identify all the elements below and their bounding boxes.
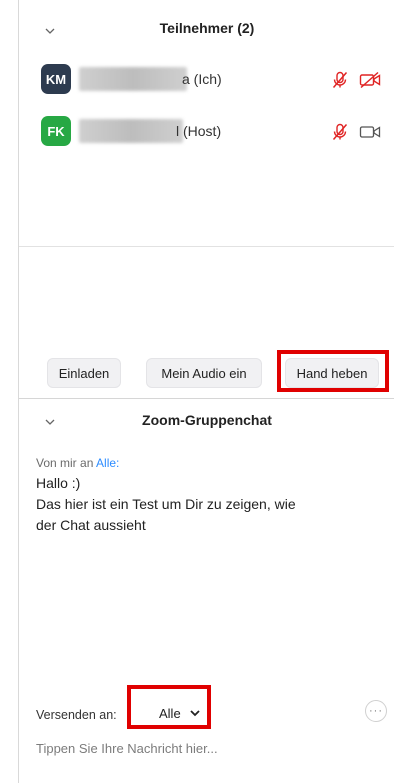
message-line: Das hier ist ein Test um Dir zu zeigen, …	[36, 496, 296, 512]
message-meta: Von mir an Alle:	[36, 456, 119, 470]
highlight-box	[277, 350, 389, 392]
divider	[19, 246, 394, 247]
highlight-box	[127, 685, 211, 729]
more-options-button[interactable]: ···	[365, 700, 387, 722]
participant-status	[331, 123, 381, 141]
send-to-label: Versenden an:	[36, 708, 117, 722]
message-sender: Von mir an	[36, 456, 94, 470]
message-line: der Chat aussieht	[36, 517, 146, 533]
participant-row[interactable]: FK l (Host)	[19, 116, 394, 150]
audio-button[interactable]: Mein Audio ein	[146, 358, 262, 388]
chat-title: Zoom-Gruppenchat	[142, 412, 272, 428]
participant-row[interactable]: KM a (Ich)	[19, 64, 394, 98]
blurred-name	[79, 67, 187, 91]
zoom-side-panel: Teilnehmer (2) KM a (Ich) FK l (Host) Ei…	[18, 0, 394, 783]
mic-muted-icon[interactable]	[331, 71, 349, 89]
message-input[interactable]: Tippen Sie Ihre Nachricht hier...	[36, 741, 218, 756]
avatar: FK	[41, 116, 71, 146]
message-line: Hallo :)	[36, 475, 81, 491]
video-off-icon[interactable]	[359, 71, 381, 89]
participant-name: a (Ich)	[182, 71, 222, 87]
participant-status	[331, 71, 381, 89]
section-divider	[19, 398, 394, 399]
message-body: Hallo :) Das hier ist ein Test um Dir zu…	[36, 473, 381, 536]
video-icon[interactable]	[359, 123, 381, 141]
blurred-name	[79, 119, 183, 143]
invite-button[interactable]: Einladen	[47, 358, 121, 388]
avatar: KM	[41, 64, 71, 94]
mic-muted-icon[interactable]	[331, 123, 349, 141]
participants-title: Teilnehmer (2)	[159, 20, 255, 36]
participants-header: Teilnehmer (2)	[19, 0, 394, 64]
message-recipient-link[interactable]: Alle:	[96, 456, 119, 470]
participant-name: l (Host)	[176, 123, 222, 139]
